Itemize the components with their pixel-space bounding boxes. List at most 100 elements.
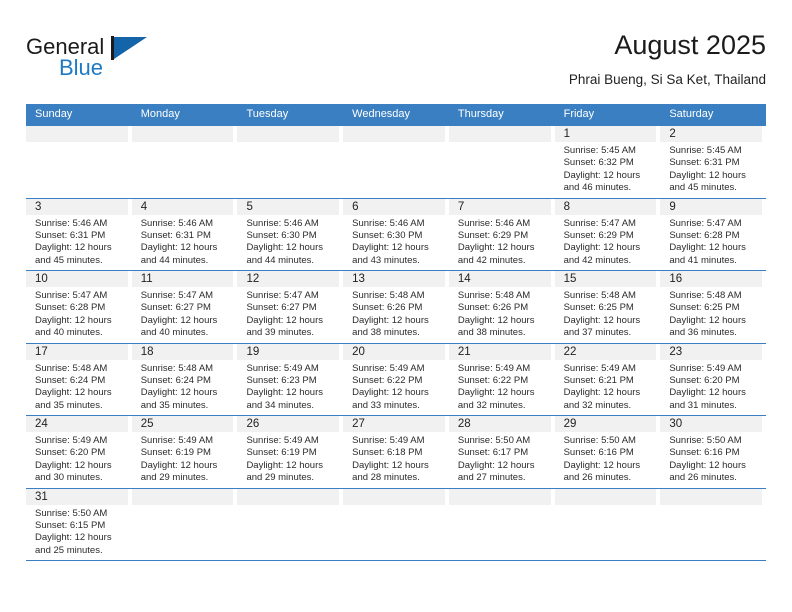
day-sun-info: Sunrise: 5:50 AM Sunset: 6:16 PM Daylight:… [555, 432, 657, 485]
day-cell[interactable]: 19 Sunrise: 5:49 AM Sunset: 6:23 PM Dayligh… [237, 343, 343, 416]
sunrise-text: Sunrise: 5:46 AM [140, 217, 214, 229]
daylight-text: Daylight: 12 hours [35, 314, 112, 326]
sunset-text: Sunset: 6:26 PM [352, 302, 423, 314]
day-number-band: 26 [237, 416, 340, 432]
day-cell[interactable]: 29 Sunrise: 5:50 AM Sunset: 6:16 PM Dayligh… [554, 416, 661, 488]
day-cell[interactable]: 1 Sunrise: 5:45 AM Sunset: 6:32 PM Daylight… [554, 126, 661, 198]
calendar-grid: Sunday Monday Tuesday Wednesday Thursday Frid… [26, 104, 766, 561]
daylight-text-cont: and 36 minutes. [669, 327, 737, 339]
sunset-text: Sunset: 6:31 PM [35, 229, 106, 241]
day-number-band: 19 [237, 343, 340, 360]
weekday-header-monday: Monday [140, 108, 180, 120]
calendar-week-row: 17 Sunrise: 5:48 AM Sunset: 6:24 PM Dayligh… [26, 342, 766, 416]
logo-flag-icon [114, 37, 147, 59]
day-sun-info: Sunrise: 5:49 AM Sunset: 6:23 PM Daylight:… [237, 360, 339, 413]
day-cell-empty [343, 126, 449, 198]
daylight-text-cont: and 32 minutes. [563, 399, 632, 411]
day-cell[interactable]: 13 Sunrise: 5:48 AM Sunset: 6:26 PM Dayligh… [343, 271, 449, 343]
weekday-header-row: Sunday Monday Tuesday Wednesday Thursday Frid… [26, 104, 766, 125]
day-cell[interactable]: 12 Sunrise: 5:47 AM Sunset: 6:27 PM Dayligh… [237, 271, 343, 343]
day-cell[interactable]: 2 Sunrise: 5:45 AM Sunset: 6:31 PM Daylight… [660, 126, 766, 198]
sunrise-text: Sunrise: 5:50 AM [35, 507, 108, 519]
day-cell[interactable]: 5 Sunrise: 5:46 AM Sunset: 6:30 PM Daylight… [237, 198, 343, 271]
day-cell[interactable]: 20 Sunrise: 5:49 AM Sunset: 6:22 PM Dayligh… [343, 343, 449, 416]
sunset-text: Sunset: 6:19 PM [246, 447, 317, 459]
sunset-text: Sunset: 6:20 PM [669, 374, 740, 386]
sunrise-text: Sunrise: 5:47 AM [563, 217, 636, 229]
day-cell[interactable]: 15 Sunrise: 5:48 AM Sunset: 6:25 PM Dayligh… [554, 271, 661, 343]
day-number-band [131, 488, 234, 505]
day-number-band: 4 [131, 198, 234, 215]
day-sun-info: Sunrise: 5:49 AM Sunset: 6:21 PM Daylight:… [555, 360, 657, 413]
day-number-band: 14 [448, 271, 551, 287]
daylight-text: Daylight: 12 hours [246, 459, 324, 471]
daylight-text: Daylight: 12 hours [352, 314, 429, 326]
daylight-text: Daylight: 12 hours [35, 387, 112, 399]
day-cell[interactable]: 4 Sunrise: 5:46 AM Sunset: 6:31 PM Daylight… [131, 198, 238, 271]
sunset-text: Sunset: 6:30 PM [352, 229, 423, 241]
day-number-band: 16 [660, 271, 763, 287]
sunrise-text: Sunrise: 5:46 AM [352, 217, 425, 229]
day-cell[interactable]: 23 Sunrise: 5:49 AM Sunset: 6:20 PM Dayligh… [660, 343, 766, 416]
day-cell[interactable]: 31 Sunrise: 5:50 AM Sunset: 6:15 PM Dayligh… [26, 488, 132, 561]
daylight-text-cont: and 34 minutes. [246, 399, 315, 411]
daylight-text: Daylight: 12 hours [35, 532, 112, 544]
weekday-header-thursday: Thursday [457, 108, 504, 120]
day-cell[interactable]: 26 Sunrise: 5:49 AM Sunset: 6:19 PM Dayligh… [237, 416, 343, 488]
day-cell[interactable]: 17 Sunrise: 5:48 AM Sunset: 6:24 PM Dayligh… [26, 343, 132, 416]
daylight-text: Daylight: 12 hours [140, 459, 218, 471]
sunset-text: Sunset: 6:16 PM [669, 447, 740, 459]
day-sun-info: Sunrise: 5:49 AM Sunset: 6:19 PM Daylight:… [132, 432, 234, 485]
day-number-band: 7 [448, 198, 551, 215]
daylight-text: Daylight: 12 hours [563, 242, 641, 254]
sunrise-text: Sunrise: 5:50 AM [563, 435, 636, 446]
day-sun-info: Sunrise: 5:47 AM Sunset: 6:29 PM Daylight:… [555, 215, 657, 268]
sunset-text: Sunset: 6:32 PM [563, 157, 634, 169]
day-cell[interactable]: 27 Sunrise: 5:49 AM Sunset: 6:18 PM Dayligh… [343, 416, 449, 488]
sunset-text: Sunset: 6:15 PM [35, 519, 106, 531]
day-cell[interactable]: 16 Sunrise: 5:48 AM Sunset: 6:25 PM Dayligh… [660, 271, 766, 343]
general-blue-logo[interactable]: General Blue [26, 34, 206, 92]
day-number: 18 [140, 345, 154, 358]
day-number: 5 [246, 200, 253, 213]
daylight-text: Daylight: 12 hours [352, 459, 429, 471]
day-cell[interactable]: 8 Sunrise: 5:47 AM Sunset: 6:29 PM Daylight… [554, 198, 661, 271]
day-cell[interactable]: 14 Sunrise: 5:48 AM Sunset: 6:26 PM Dayligh… [448, 271, 555, 343]
day-number-band [237, 126, 340, 142]
calendar-week-row: 10 Sunrise: 5:47 AM Sunset: 6:28 PM Dayligh… [26, 270, 766, 343]
day-cell[interactable]: 30 Sunrise: 5:50 AM Sunset: 6:16 PM Dayligh… [660, 416, 766, 488]
day-cell[interactable]: 11 Sunrise: 5:47 AM Sunset: 6:27 PM Dayligh… [131, 271, 238, 343]
day-cell[interactable]: 18 Sunrise: 5:48 AM Sunset: 6:24 PM Dayligh… [131, 343, 238, 416]
day-sun-info: Sunrise: 5:46 AM Sunset: 6:31 PM Daylight:… [26, 215, 128, 268]
day-cell[interactable]: 24 Sunrise: 5:49 AM Sunset: 6:20 PM Dayligh… [26, 416, 132, 488]
daylight-text: Daylight: 12 hours [246, 387, 324, 399]
daylight-text: Daylight: 12 hours [457, 242, 535, 254]
daylight-text-cont: and 26 minutes. [669, 472, 737, 484]
day-sun-info: Sunrise: 5:46 AM Sunset: 6:31 PM Daylight:… [132, 215, 234, 268]
day-cell[interactable]: 9 Sunrise: 5:47 AM Sunset: 6:28 PM Daylight… [660, 198, 766, 271]
day-cell[interactable]: 25 Sunrise: 5:49 AM Sunset: 6:19 PM Dayligh… [131, 416, 238, 488]
day-cell[interactable]: 21 Sunrise: 5:49 AM Sunset: 6:22 PM Dayligh… [448, 343, 555, 416]
sunrise-text: Sunrise: 5:49 AM [563, 362, 636, 374]
day-number: 30 [669, 418, 683, 430]
day-cell[interactable]: 7 Sunrise: 5:46 AM Sunset: 6:29 PM Daylight… [448, 198, 555, 271]
day-cell[interactable]: 3 Sunrise: 5:46 AM Sunset: 6:31 PM Daylight… [26, 198, 132, 271]
day-number: 8 [563, 200, 570, 213]
day-cell[interactable]: 6 Sunrise: 5:46 AM Sunset: 6:30 PM Daylight… [343, 198, 449, 271]
day-sun-info: Sunrise: 5:47 AM Sunset: 6:28 PM Daylight:… [26, 287, 128, 340]
day-cell[interactable]: 22 Sunrise: 5:49 AM Sunset: 6:21 PM Dayligh… [554, 343, 661, 416]
day-sun-info: Sunrise: 5:47 AM Sunset: 6:27 PM Daylight:… [132, 287, 234, 340]
day-number: 24 [35, 418, 48, 430]
day-cell-empty [448, 126, 555, 198]
sunset-text: Sunset: 6:24 PM [35, 374, 106, 386]
sunset-text: Sunset: 6:28 PM [35, 302, 106, 314]
calendar-week-row: 3 Sunrise: 5:46 AM Sunset: 6:31 PM Daylight… [26, 197, 766, 271]
sunset-text: Sunset: 6:22 PM [352, 374, 423, 386]
day-cell[interactable]: 28 Sunrise: 5:50 AM Sunset: 6:17 PM Dayligh… [448, 416, 555, 488]
day-cell[interactable]: 10 Sunrise: 5:47 AM Sunset: 6:28 PM Dayligh… [26, 271, 132, 343]
day-number: 22 [563, 345, 577, 358]
day-sun-info [660, 505, 762, 508]
daylight-text-cont: and 35 minutes. [140, 399, 209, 411]
logo-text-blue: Blue [59, 55, 104, 80]
day-number-band: 31 [26, 488, 128, 505]
